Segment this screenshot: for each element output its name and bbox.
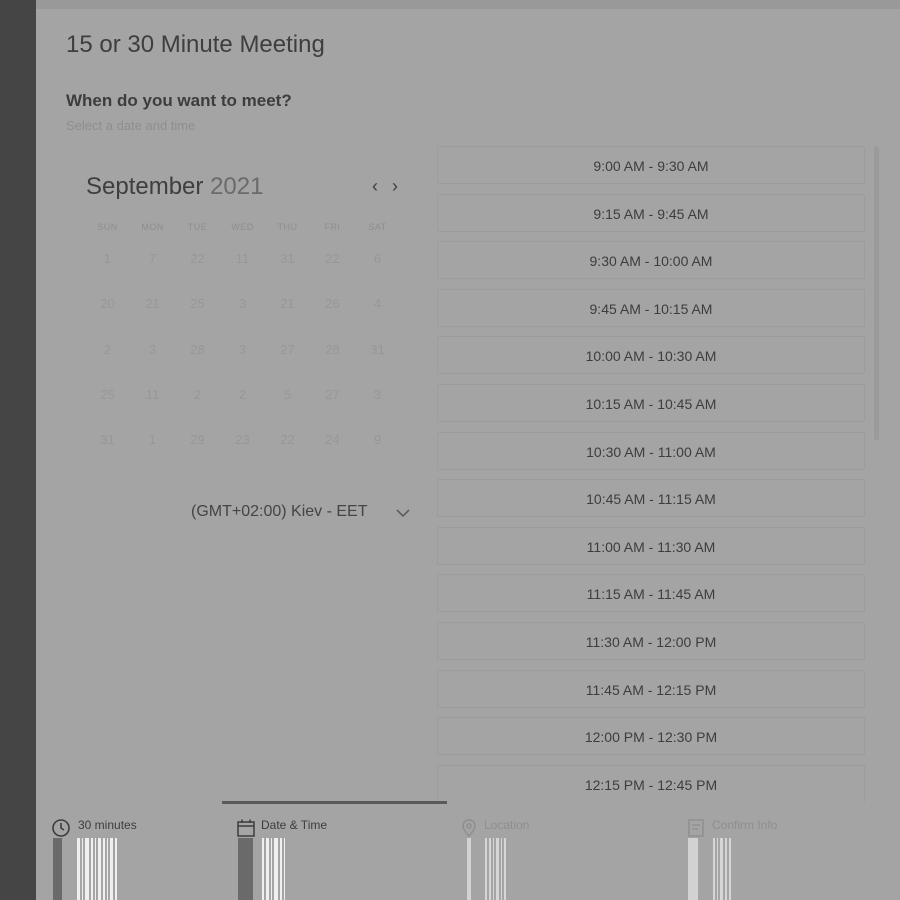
section-hint: Select a date and time (66, 118, 196, 133)
calendar-day[interactable]: 27 (310, 386, 355, 431)
step-date-time[interactable]: Date & Time (236, 818, 416, 900)
calendar-day[interactable]: 31 (355, 341, 400, 386)
calendar-day[interactable]: 6 (355, 250, 400, 295)
weekday-label: THU (277, 222, 298, 232)
time-slot-button[interactable]: 9:15 AM - 9:45 AM (437, 193, 865, 232)
calendar-day[interactable]: 25 (175, 295, 220, 340)
weekday-label: SUN (97, 222, 118, 232)
calendar-day[interactable]: 11 (220, 250, 265, 295)
calendar-day[interactable]: 22 (265, 431, 310, 476)
step-label: 30 minutes (78, 818, 137, 832)
time-slot-list[interactable]: 9:00 AM - 9:30 AM 9:15 AM - 9:45 AM 9:30… (437, 146, 867, 802)
calendar-day[interactable]: 7 (130, 250, 175, 295)
time-slot-button[interactable]: 10:00 AM - 10:30 AM (437, 336, 865, 375)
calendar-day[interactable]: 1 (130, 431, 175, 476)
calendar-month-year: September 2021 (86, 173, 263, 201)
time-slot-button[interactable]: 10:45 AM - 11:15 AM (437, 479, 865, 518)
time-slot-button[interactable]: 9:00 AM - 9:30 AM (437, 146, 865, 184)
location-pin-icon (462, 819, 476, 837)
calendar-day[interactable]: 24 (310, 431, 355, 476)
time-slot-button[interactable]: 11:45 AM - 12:15 PM (437, 669, 865, 708)
step-location[interactable]: Location (459, 818, 639, 900)
step-confirm-info[interactable]: Confirm Info (686, 818, 866, 900)
step-progress-bar (688, 838, 698, 900)
calendar-day[interactable]: 23 (220, 431, 265, 476)
chevron-left-icon: ‹ (372, 176, 378, 196)
step-label: Location (484, 818, 530, 832)
calendar-day[interactable]: 9 (355, 431, 400, 476)
calendar-day[interactable]: 5 (265, 386, 310, 431)
previous-month-button[interactable]: ‹ (366, 176, 384, 196)
calendar-day[interactable]: 22 (175, 250, 220, 295)
calendar-day[interactable]: 22 (310, 250, 355, 295)
weekday-label: MON (141, 222, 164, 232)
scheduler-panel: 15 or 30 Minute Meeting When do you want… (36, 0, 900, 900)
calendar-icon (237, 819, 255, 837)
step-duration[interactable]: 30 minutes (51, 818, 201, 900)
calendar-day[interactable]: 25 (85, 386, 130, 431)
calendar-day[interactable]: 1 (85, 250, 130, 295)
step-progress-bar (467, 838, 471, 900)
section-heading: When do you want to meet? (66, 91, 292, 110)
step-label: Date & Time (261, 818, 328, 832)
calendar-month: September (86, 173, 204, 200)
top-bar (36, 0, 900, 9)
time-slot-button[interactable]: 10:15 AM - 10:45 AM (437, 384, 865, 422)
calendar-weekday-header: SUN MON TUE WED THU FRI SAT (85, 222, 400, 232)
time-slot-button[interactable]: 9:30 AM - 10:00 AM (437, 241, 865, 280)
calendar-day[interactable]: 2 (175, 386, 220, 431)
document-icon (688, 819, 704, 837)
weekday-label: TUE (187, 222, 208, 232)
barcode-graphic (262, 838, 285, 900)
weekday-label: WED (231, 222, 254, 232)
time-slot-button[interactable]: 11:00 AM - 11:30 AM (437, 526, 865, 565)
calendar-day[interactable]: 3 (220, 341, 265, 386)
time-slot-button[interactable]: 11:15 AM - 11:45 AM (437, 574, 865, 613)
weekday-label: SAT (368, 222, 387, 232)
calendar-day[interactable]: 27 (265, 341, 310, 386)
time-slot-button[interactable]: 9:45 AM - 10:15 AM (437, 288, 865, 327)
calendar-day[interactable]: 21 (130, 295, 175, 340)
calendar-day[interactable]: 2 (220, 386, 265, 431)
step-progress-bar (238, 838, 253, 900)
page-title: 15 or 30 Minute Meeting (66, 31, 325, 58)
weekday-label: FRI (324, 222, 341, 232)
active-step-indicator (222, 801, 447, 804)
calendar-day[interactable]: 31 (265, 250, 310, 295)
calendar-day[interactable]: 21 (265, 295, 310, 340)
chevron-down-icon[interactable] (394, 504, 412, 522)
calendar-day[interactable]: 28 (310, 341, 355, 386)
calendar-day[interactable]: 3 (355, 386, 400, 431)
barcode-graphic (77, 838, 117, 900)
next-month-button[interactable]: › (386, 176, 404, 196)
calendar-day[interactable]: 20 (85, 295, 130, 340)
time-slot-button[interactable]: 11:30 AM - 12:00 PM (437, 622, 865, 660)
barcode-graphic (485, 838, 506, 900)
time-slot-button[interactable]: 12:15 PM - 12:45 PM (437, 764, 865, 802)
clock-icon (52, 819, 70, 837)
time-slot-scrollbar[interactable] (874, 146, 879, 440)
calendar-day[interactable]: 3 (130, 341, 175, 386)
time-slot-button[interactable]: 10:30 AM - 11:00 AM (437, 431, 865, 470)
chevron-right-icon: › (392, 176, 398, 196)
timezone-select[interactable]: (GMT+02:00) Kiev - EET (191, 503, 368, 521)
step-progress-bar (53, 838, 62, 900)
calendar-day[interactable]: 11 (130, 386, 175, 431)
calendar-day[interactable]: 28 (175, 341, 220, 386)
step-label: Confirm Info (712, 818, 778, 832)
calendar-day[interactable]: 4 (355, 295, 400, 340)
calendar-day[interactable]: 26 (310, 295, 355, 340)
calendar-day[interactable]: 3 (220, 295, 265, 340)
time-slot-button[interactable]: 12:00 PM - 12:30 PM (437, 717, 865, 756)
calendar-year: 2021 (210, 173, 264, 200)
barcode-graphic (713, 838, 731, 900)
calendar-day[interactable]: 29 (175, 431, 220, 476)
calendar-day[interactable]: 2 (85, 341, 130, 386)
calendar-day[interactable]: 31 (85, 431, 130, 476)
calendar-day-grid: 1 7 22 11 31 22 6 20 21 25 3 21 26 4 2 3… (85, 250, 400, 476)
